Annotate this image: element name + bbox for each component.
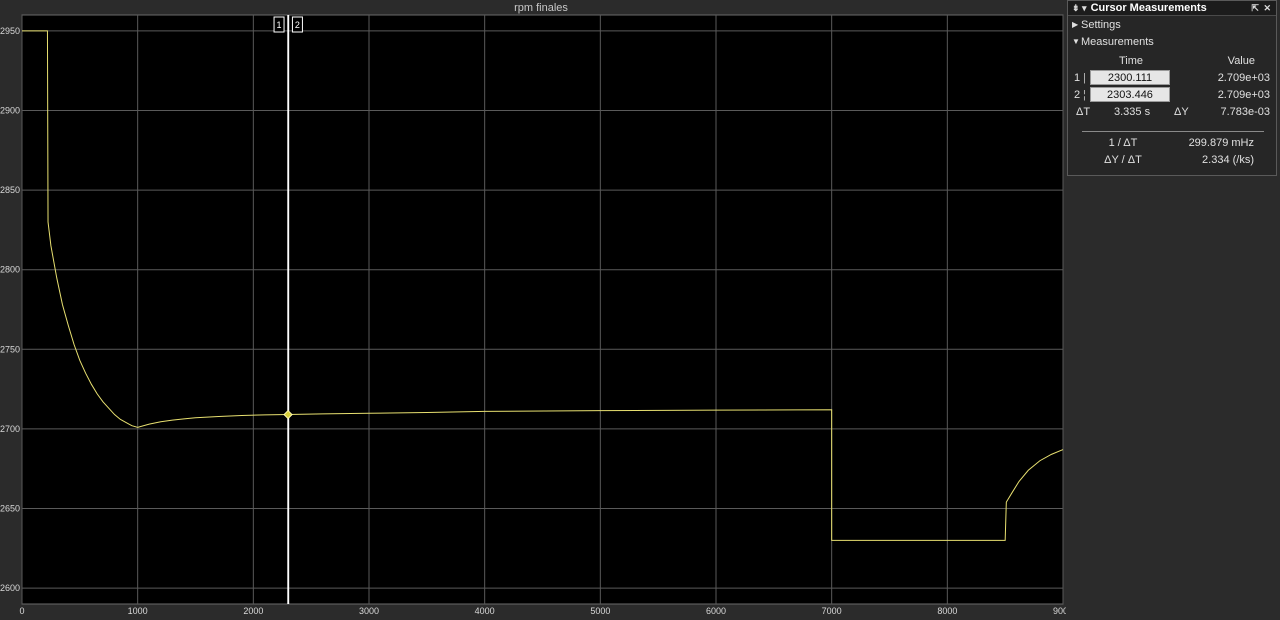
cursor-measurements-panel: ⇟ ▾ Cursor Measurements ⇱ ✕ ▶ Settings ▼… bbox=[1067, 0, 1277, 176]
panel-title: Cursor Measurements bbox=[1090, 2, 1207, 14]
panel-divider bbox=[1082, 131, 1264, 132]
cursor-1-label: 1 bbox=[277, 20, 282, 30]
inverse-delta-t-value: 299.879 mHz bbox=[1188, 137, 1254, 149]
x-tick-label: 1000 bbox=[128, 606, 148, 616]
x-tick-label: 3000 bbox=[359, 606, 379, 616]
cursor-2-value: 2.709e+03 bbox=[1217, 89, 1270, 101]
chart-title: rpm finales bbox=[514, 2, 568, 14]
delta-y-value: 7.783e-03 bbox=[1220, 106, 1270, 118]
y-tick-label: 2950 bbox=[0, 26, 20, 36]
slope-label: ΔY / ΔT bbox=[1104, 154, 1142, 166]
cursor-1-value: 2.709e+03 bbox=[1217, 72, 1270, 84]
cursor-1-row: 1 | 2300.111 2.709e+03 bbox=[1068, 69, 1276, 87]
x-tick-label: 5000 bbox=[590, 606, 610, 616]
cursor-2-index: 2 bbox=[1074, 89, 1081, 101]
inverse-delta-t-row: 1 / ΔT 299.879 mHz bbox=[1068, 137, 1276, 151]
slope-row: ΔY / ΔT 2.334 (/ks) bbox=[1068, 154, 1276, 168]
y-tick-label: 2600 bbox=[0, 583, 20, 593]
cursor-1-line-icon: | bbox=[1083, 72, 1086, 84]
y-tick-label: 2800 bbox=[0, 265, 20, 275]
panel-menu-icon[interactable]: ⇟ ▾ bbox=[1072, 3, 1087, 14]
x-tick-label: 4000 bbox=[475, 606, 495, 616]
measurements-section-toggle[interactable]: ▼ Measurements bbox=[1068, 33, 1276, 50]
y-tick-label: 2850 bbox=[0, 185, 20, 195]
panel-header: ⇟ ▾ Cursor Measurements ⇱ ✕ bbox=[1068, 1, 1276, 16]
y-tick-label: 2650 bbox=[0, 503, 20, 513]
cursor-2-label: 2 bbox=[295, 20, 300, 30]
cursor-2-line-icon: ¦ bbox=[1083, 89, 1086, 101]
x-tick-label: 0 bbox=[19, 606, 24, 616]
y-tick-label: 2900 bbox=[0, 106, 20, 116]
cursor-1-time-input[interactable]: 2300.111 bbox=[1090, 70, 1170, 85]
plot-area[interactable] bbox=[21, 14, 1064, 605]
time-column-header: Time bbox=[1118, 55, 1144, 67]
x-tick-label: 6000 bbox=[706, 606, 726, 616]
cursor-1-index: 1 bbox=[1074, 72, 1081, 84]
slope-value: 2.334 (/ks) bbox=[1202, 154, 1254, 166]
x-tick-label: 7000 bbox=[822, 606, 842, 616]
rpm-chart[interactable]: rpm finales 0 1000 2000 3000 4000 5000 6000 700… bbox=[0, 0, 1066, 620]
settings-label: Settings bbox=[1081, 18, 1121, 31]
value-column-header: Value bbox=[1227, 55, 1255, 67]
delta-y-label: ΔY bbox=[1174, 106, 1189, 118]
measurements-header: Time Value bbox=[1068, 55, 1276, 69]
x-tick-label: 9000 bbox=[1053, 606, 1066, 616]
scope-window: rpm finales 0 1000 2000 3000 4000 5000 6000 700… bbox=[0, 0, 1280, 620]
y-tick-label: 2700 bbox=[0, 424, 20, 434]
delta-t-label: ΔT bbox=[1076, 106, 1091, 118]
measurements-label: Measurements bbox=[1081, 35, 1154, 48]
delta-t-value: 3.335 s bbox=[1114, 106, 1151, 118]
expanded-triangle-icon: ▼ bbox=[1072, 37, 1080, 46]
cursor-2-time-input[interactable]: 2303.446 bbox=[1090, 87, 1170, 102]
x-tick-label: 8000 bbox=[937, 606, 957, 616]
cursor-2-row: 2 ¦ 2303.446 2.709e+03 bbox=[1068, 86, 1276, 104]
x-tick-label: 2000 bbox=[243, 606, 263, 616]
collapsed-triangle-icon: ▶ bbox=[1072, 20, 1079, 29]
inverse-delta-t-label: 1 / ΔT bbox=[1108, 137, 1138, 149]
delta-row: ΔT 3.335 s ΔY 7.783e-03 bbox=[1068, 106, 1276, 120]
settings-section-toggle[interactable]: ▶ Settings bbox=[1068, 16, 1276, 33]
panel-undock-close-icons[interactable]: ⇱ ✕ bbox=[1251, 3, 1272, 14]
y-tick-label: 2750 bbox=[0, 344, 20, 354]
